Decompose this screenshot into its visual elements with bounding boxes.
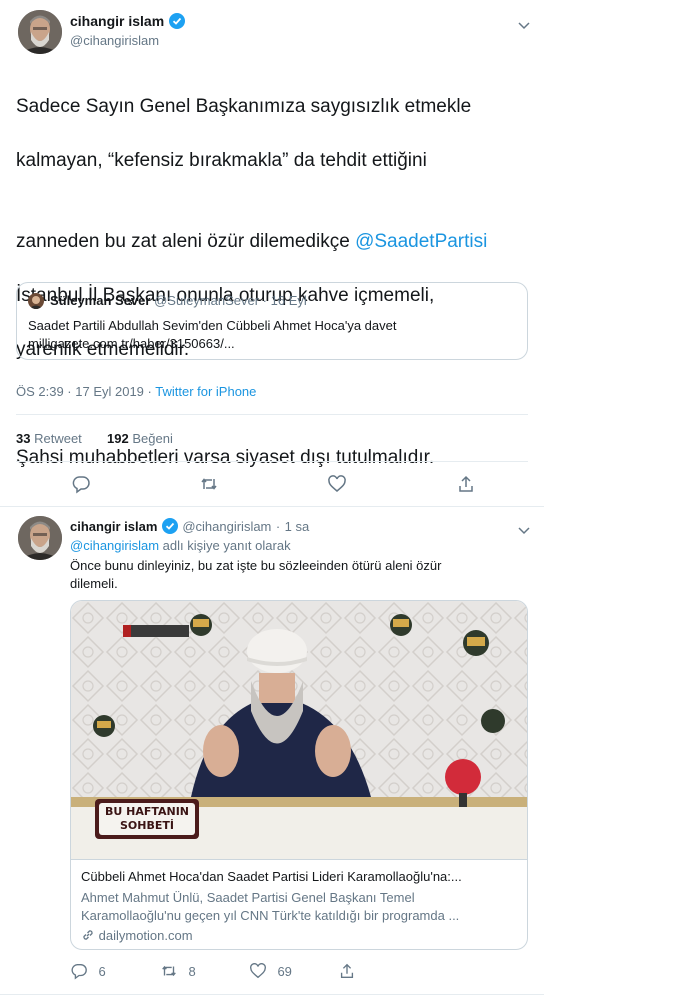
author-name[interactable]: cihangir islam — [70, 519, 157, 534]
retweet-count: 8 — [188, 964, 196, 979]
retweet-count-link[interactable]: 33 Retweet — [16, 431, 85, 446]
divider — [0, 506, 544, 507]
share-icon[interactable] — [338, 962, 356, 985]
retweet-icon — [160, 962, 178, 980]
card-description: Ahmet Mahmut Ünlü, Saadet Partisi Genel … — [81, 889, 459, 925]
quoted-link[interactable]: milligazete.com.tr/haber/3150663/... — [28, 335, 235, 353]
quoted-text: Saadet Partili Abdullah Sevim'den Cübbel… — [28, 318, 397, 333]
author-name[interactable]: cihangir islam — [70, 13, 164, 29]
tweet-timestamp-line: ÖS 2:39 · 17 Eyl 2019 · Twitter for iPho… — [16, 384, 256, 399]
card-description-line: Ahmet Mahmut Ünlü, Saadet Partisi Genel … — [81, 890, 415, 905]
author-handle[interactable]: @cihangirislam — [70, 33, 159, 48]
separator-dot: · — [275, 519, 281, 534]
quoted-author-line: Süleyman Sever @SuleymanSever · 16 Eyl — [50, 293, 307, 308]
tweet-thread: cihangir islam @cihangirislam Sadece Say… — [0, 0, 544, 1000]
card-domain-line: dailymotion.com — [81, 927, 193, 945]
video-overlay-line: SOHBETİ — [120, 819, 174, 832]
tweet-timestamp[interactable]: ÖS 2:39 · 17 Eyl 2019 · — [16, 384, 155, 399]
divider — [0, 994, 544, 995]
avatar[interactable] — [18, 516, 62, 560]
like-count: 69 — [277, 964, 292, 979]
tweet-text-line: Sadece Sayın Genel Başkanımıza saygısızl… — [16, 96, 472, 117]
author-handle[interactable]: @cihangirislam — [182, 519, 271, 534]
video-overlay-text: BU HAFTANIN SOHBETİ — [99, 805, 195, 833]
chevron-down-icon[interactable] — [518, 522, 530, 535]
tweet-text-line: Şahsi muhabbetleri varsa siyaset dışı tu… — [16, 447, 435, 468]
tweet-text-line: zanneden bu zat aleni özür dilemedikçe @… — [16, 201, 536, 255]
like-label: Beğeni — [132, 431, 173, 446]
card-description-line: Karamollaoğlu'nu geçen yıl CNN Türk'te k… — [81, 908, 460, 923]
author-line: cihangir islam — [70, 13, 185, 31]
card-title: Cübbeli Ahmet Hoca'dan Saadet Partisi Li… — [81, 869, 462, 884]
reply-mention[interactable]: @cihangirislam — [70, 538, 159, 553]
share-icon[interactable] — [456, 474, 476, 494]
card-divider — [71, 859, 527, 860]
tweet-text-line: dilemeli. — [70, 576, 118, 591]
quoted-avatar — [28, 293, 44, 309]
retweet-icon[interactable] — [199, 474, 219, 494]
like-count: 192 — [107, 431, 129, 446]
reply-icon[interactable] — [71, 474, 91, 494]
retweet-action[interactable]: 8 — [160, 962, 196, 981]
quoted-author-handle: @SuleymanSever — [154, 293, 260, 308]
quoted-tweet[interactable]: Süleyman Sever @SuleymanSever · 16 Eyl S… — [16, 282, 528, 360]
like-action[interactable]: 69 — [249, 962, 292, 981]
reply-context-text: adlı kişiye yanıt olarak — [159, 538, 291, 553]
reply-action[interactable]: 6 — [70, 962, 106, 981]
link-card[interactable]: BU HAFTANIN SOHBETİ Cübbeli Ahmet Hoca'd… — [70, 600, 528, 950]
reply-icon — [70, 962, 88, 980]
chevron-down-icon[interactable] — [518, 17, 530, 30]
video-thumbnail[interactable]: BU HAFTANIN SOHBETİ — [71, 601, 527, 859]
tweet-text: Önce bunu dinleyiniz, bu zat işte bu söz… — [70, 557, 441, 593]
divider — [16, 461, 528, 462]
tweet-time[interactable]: 1 sa — [285, 519, 310, 534]
verified-badge-icon — [168, 13, 185, 29]
tweet-text-line: Önce bunu dinleyiniz, bu zat işte bu söz… — [70, 558, 442, 573]
retweet-count: 33 — [16, 431, 31, 446]
tweet-text-line: kalmayan, “kefensiz bırakmakla” da tehdi… — [16, 150, 427, 171]
author-line: cihangir islam @cihangirislam · 1 sa — [70, 518, 309, 536]
retweet-label: Retweet — [34, 431, 82, 446]
verified-badge-icon — [161, 518, 178, 534]
divider — [16, 414, 528, 415]
tweet-source[interactable]: Twitter for iPhone — [155, 384, 256, 399]
video-overlay-line: BU HAFTANIN — [104, 805, 190, 818]
reply-context: @cihangirislam adlı kişiye yanıt olarak — [70, 537, 291, 555]
mention-link[interactable]: @SaadetPartisi — [355, 231, 487, 252]
link-icon — [81, 928, 95, 942]
separator-dot: · — [262, 293, 268, 308]
reply-count: 6 — [98, 964, 106, 979]
tweet-stats: 33 Retweet 192 Beğeni — [16, 431, 173, 446]
like-count-link[interactable]: 192 Beğeni — [107, 431, 173, 446]
quoted-author-name: Süleyman Sever — [50, 293, 151, 308]
tweet-text-segment: zanneden bu zat aleni özür dilemedikçe — [16, 231, 356, 252]
card-domain: dailymotion.com — [98, 928, 193, 943]
like-icon — [249, 962, 267, 980]
avatar[interactable] — [18, 10, 62, 54]
like-icon[interactable] — [327, 474, 347, 494]
quoted-date: 16 Eyl — [270, 293, 307, 308]
